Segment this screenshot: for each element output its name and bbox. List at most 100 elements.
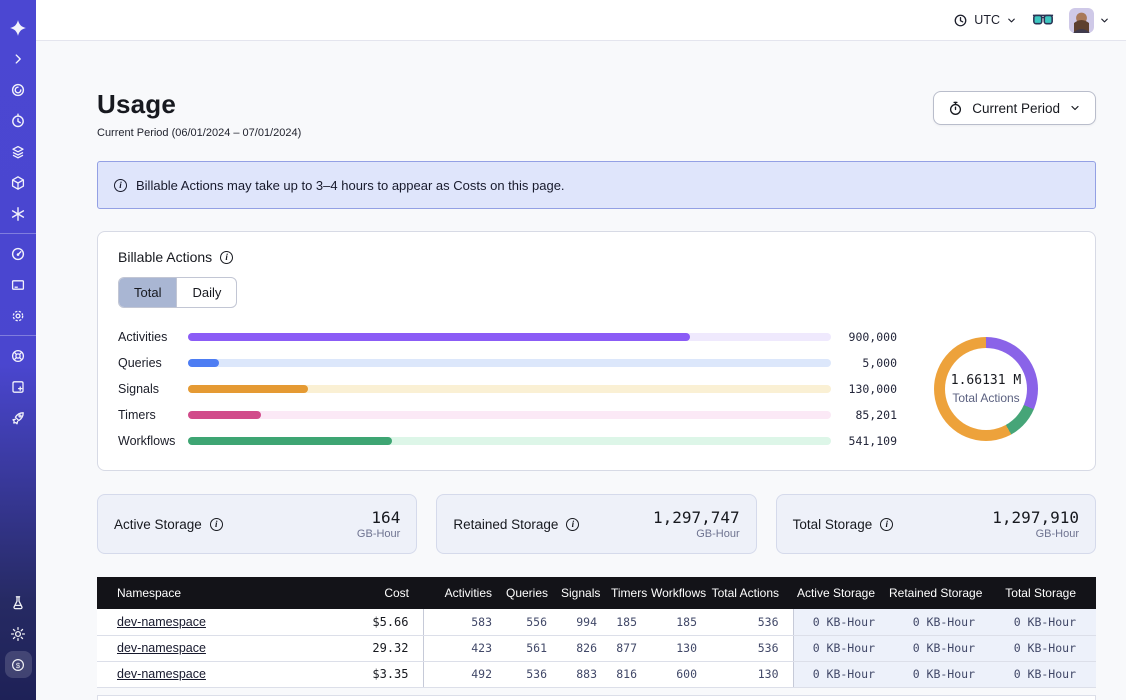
sidebar-item-theme[interactable] — [0, 618, 36, 649]
cell-timers: 185 — [611, 609, 651, 635]
cell-total-storage: 0 KB-Hour — [989, 661, 1096, 687]
storage-value-unit: GB-Hour — [357, 528, 400, 540]
lifebuoy-icon — [10, 348, 26, 364]
gear-icon — [10, 308, 26, 324]
sidebar-item-nexus[interactable] — [0, 198, 36, 229]
column-header-namespace: Namespace — [97, 577, 339, 609]
cell-retained-storage: 0 KB-Hour — [889, 609, 989, 635]
cell-cost: $3.35 — [339, 661, 423, 687]
page-header: Usage Current Period (06/01/2024 – 07/01… — [97, 89, 1096, 139]
chevron-right-icon — [11, 52, 25, 66]
sidebar-item-labs[interactable] — [0, 587, 36, 618]
table-row: dev-namespace$5.665835569941851855360 KB… — [97, 609, 1096, 635]
billable-actions-tabs: Total Daily — [118, 277, 237, 308]
namespaces-icon — [10, 82, 26, 98]
feedback-glasses-button[interactable] — [1032, 13, 1054, 27]
table-body: dev-namespace$5.665835569941851855360 KB… — [97, 609, 1096, 687]
storage-value-number: 164 — [357, 508, 400, 527]
cell-retained-storage: 0 KB-Hour — [889, 635, 989, 661]
bar-label: Queries — [118, 356, 188, 370]
sidebar-item-support[interactable] — [0, 340, 36, 371]
billable-actions-chart: Activities900,000Queries5,000Signals130,… — [118, 324, 1075, 454]
tab-daily[interactable]: Daily — [177, 278, 236, 307]
storage-label-text: Active Storage — [114, 517, 202, 532]
user-menu[interactable] — [1069, 8, 1110, 33]
sidebar-item-home[interactable] — [0, 12, 36, 43]
sidebar-item-getting-started[interactable] — [0, 402, 36, 433]
total-storage-card: Total Storage i 1,297,910 GB-Hour — [776, 494, 1096, 554]
cell-activities: 492 — [423, 661, 506, 687]
sidebar-item-billing[interactable] — [0, 269, 36, 300]
cell-activities: 583 — [423, 609, 506, 635]
user-avatar — [1069, 8, 1094, 33]
cell-active-storage: 0 KB-Hour — [793, 609, 889, 635]
info-banner: i Billable Actions may take up to 3–4 ho… — [97, 161, 1096, 209]
bar-track — [188, 437, 831, 445]
cell-timers: 877 — [611, 635, 651, 661]
column-header-activities: Activities — [423, 577, 506, 609]
cell-activities: 423 — [423, 635, 506, 661]
billable-actions-card: Billable Actions i Total Daily Activitie… — [97, 231, 1096, 471]
storage-card-value: 164 GB-Hour — [357, 508, 400, 540]
table-row: dev-namespace29.324235618268771305360 KB… — [97, 635, 1096, 661]
cell-namespace: dev-namespace — [97, 661, 339, 687]
docs-icon — [10, 379, 26, 395]
svg-text:$: $ — [16, 660, 21, 669]
column-header-queries: Queries — [506, 577, 561, 609]
sidebar-divider — [0, 335, 36, 336]
stopwatch-icon — [948, 101, 963, 116]
namespace-link[interactable]: dev-namespace — [117, 615, 206, 629]
chevron-down-icon — [1006, 15, 1017, 26]
sidebar-divider — [0, 233, 36, 234]
bar-value: 85,201 — [831, 408, 897, 422]
info-icon[interactable]: i — [880, 518, 893, 531]
sidebar-item-cube[interactable] — [0, 167, 36, 198]
sidebar-item-billing-active[interactable]: $ — [0, 649, 36, 680]
namespace-link[interactable]: dev-namespace — [117, 641, 206, 655]
sidebar-item-namespaces[interactable] — [0, 74, 36, 105]
namespace-link[interactable]: dev-namespace — [117, 667, 206, 681]
period-selector-label: Current Period — [972, 101, 1060, 116]
browser-card-icon — [10, 277, 26, 293]
chevron-down-icon — [1099, 15, 1110, 26]
cell-active-storage: 0 KB-Hour — [793, 635, 889, 661]
cell-active-storage: 0 KB-Hour — [793, 661, 889, 687]
cell-signals: 994 — [561, 609, 611, 635]
gauge-icon — [10, 246, 26, 262]
bar-row-timers: Timers85,201 — [118, 402, 897, 428]
bar-label: Activities — [118, 330, 188, 344]
cell-namespace: dev-namespace — [97, 609, 339, 635]
cell-retained-storage: 0 KB-Hour — [889, 661, 989, 687]
sidebar-item-usage[interactable] — [0, 238, 36, 269]
sidebar-item-stack[interactable] — [0, 136, 36, 167]
sidebar-item-settings[interactable] — [0, 300, 36, 331]
sidebar-item-schedules[interactable] — [0, 105, 36, 136]
bar-fill — [188, 385, 308, 393]
clock-icon — [953, 13, 968, 28]
sidebar-expand-button[interactable] — [0, 43, 36, 74]
bar-label: Workflows — [118, 434, 188, 448]
active-item-highlight: $ — [5, 651, 32, 678]
chevron-down-icon — [1069, 102, 1081, 114]
cell-namespace: dev-namespace — [97, 635, 339, 661]
period-selector-button[interactable]: Current Period — [933, 91, 1096, 125]
donut-chart: 1.66131 M Total Actions — [934, 337, 1038, 441]
main-content: Usage Current Period (06/01/2024 – 07/01… — [36, 41, 1126, 700]
column-header-cost: Cost — [339, 577, 423, 609]
bar-track — [188, 359, 831, 367]
storage-cards: Active Storage i 164 GB-Hour Retained St… — [97, 494, 1096, 554]
schedules-clock-icon — [10, 113, 26, 129]
info-icon[interactable]: i — [566, 518, 579, 531]
table-footer — [97, 695, 1096, 700]
bar-fill — [188, 437, 392, 445]
info-icon[interactable]: i — [220, 251, 233, 264]
timezone-selector[interactable]: UTC — [953, 13, 1017, 28]
storage-card-label: Total Storage i — [793, 517, 894, 532]
info-banner-text: Billable Actions may take up to 3–4 hour… — [136, 178, 565, 193]
sidebar-item-docs[interactable] — [0, 371, 36, 402]
billable-actions-title-row: Billable Actions i — [118, 249, 1075, 265]
info-icon[interactable]: i — [210, 518, 223, 531]
tab-total[interactable]: Total — [119, 278, 177, 307]
layers-icon — [10, 144, 26, 160]
bar-fill — [188, 359, 219, 367]
